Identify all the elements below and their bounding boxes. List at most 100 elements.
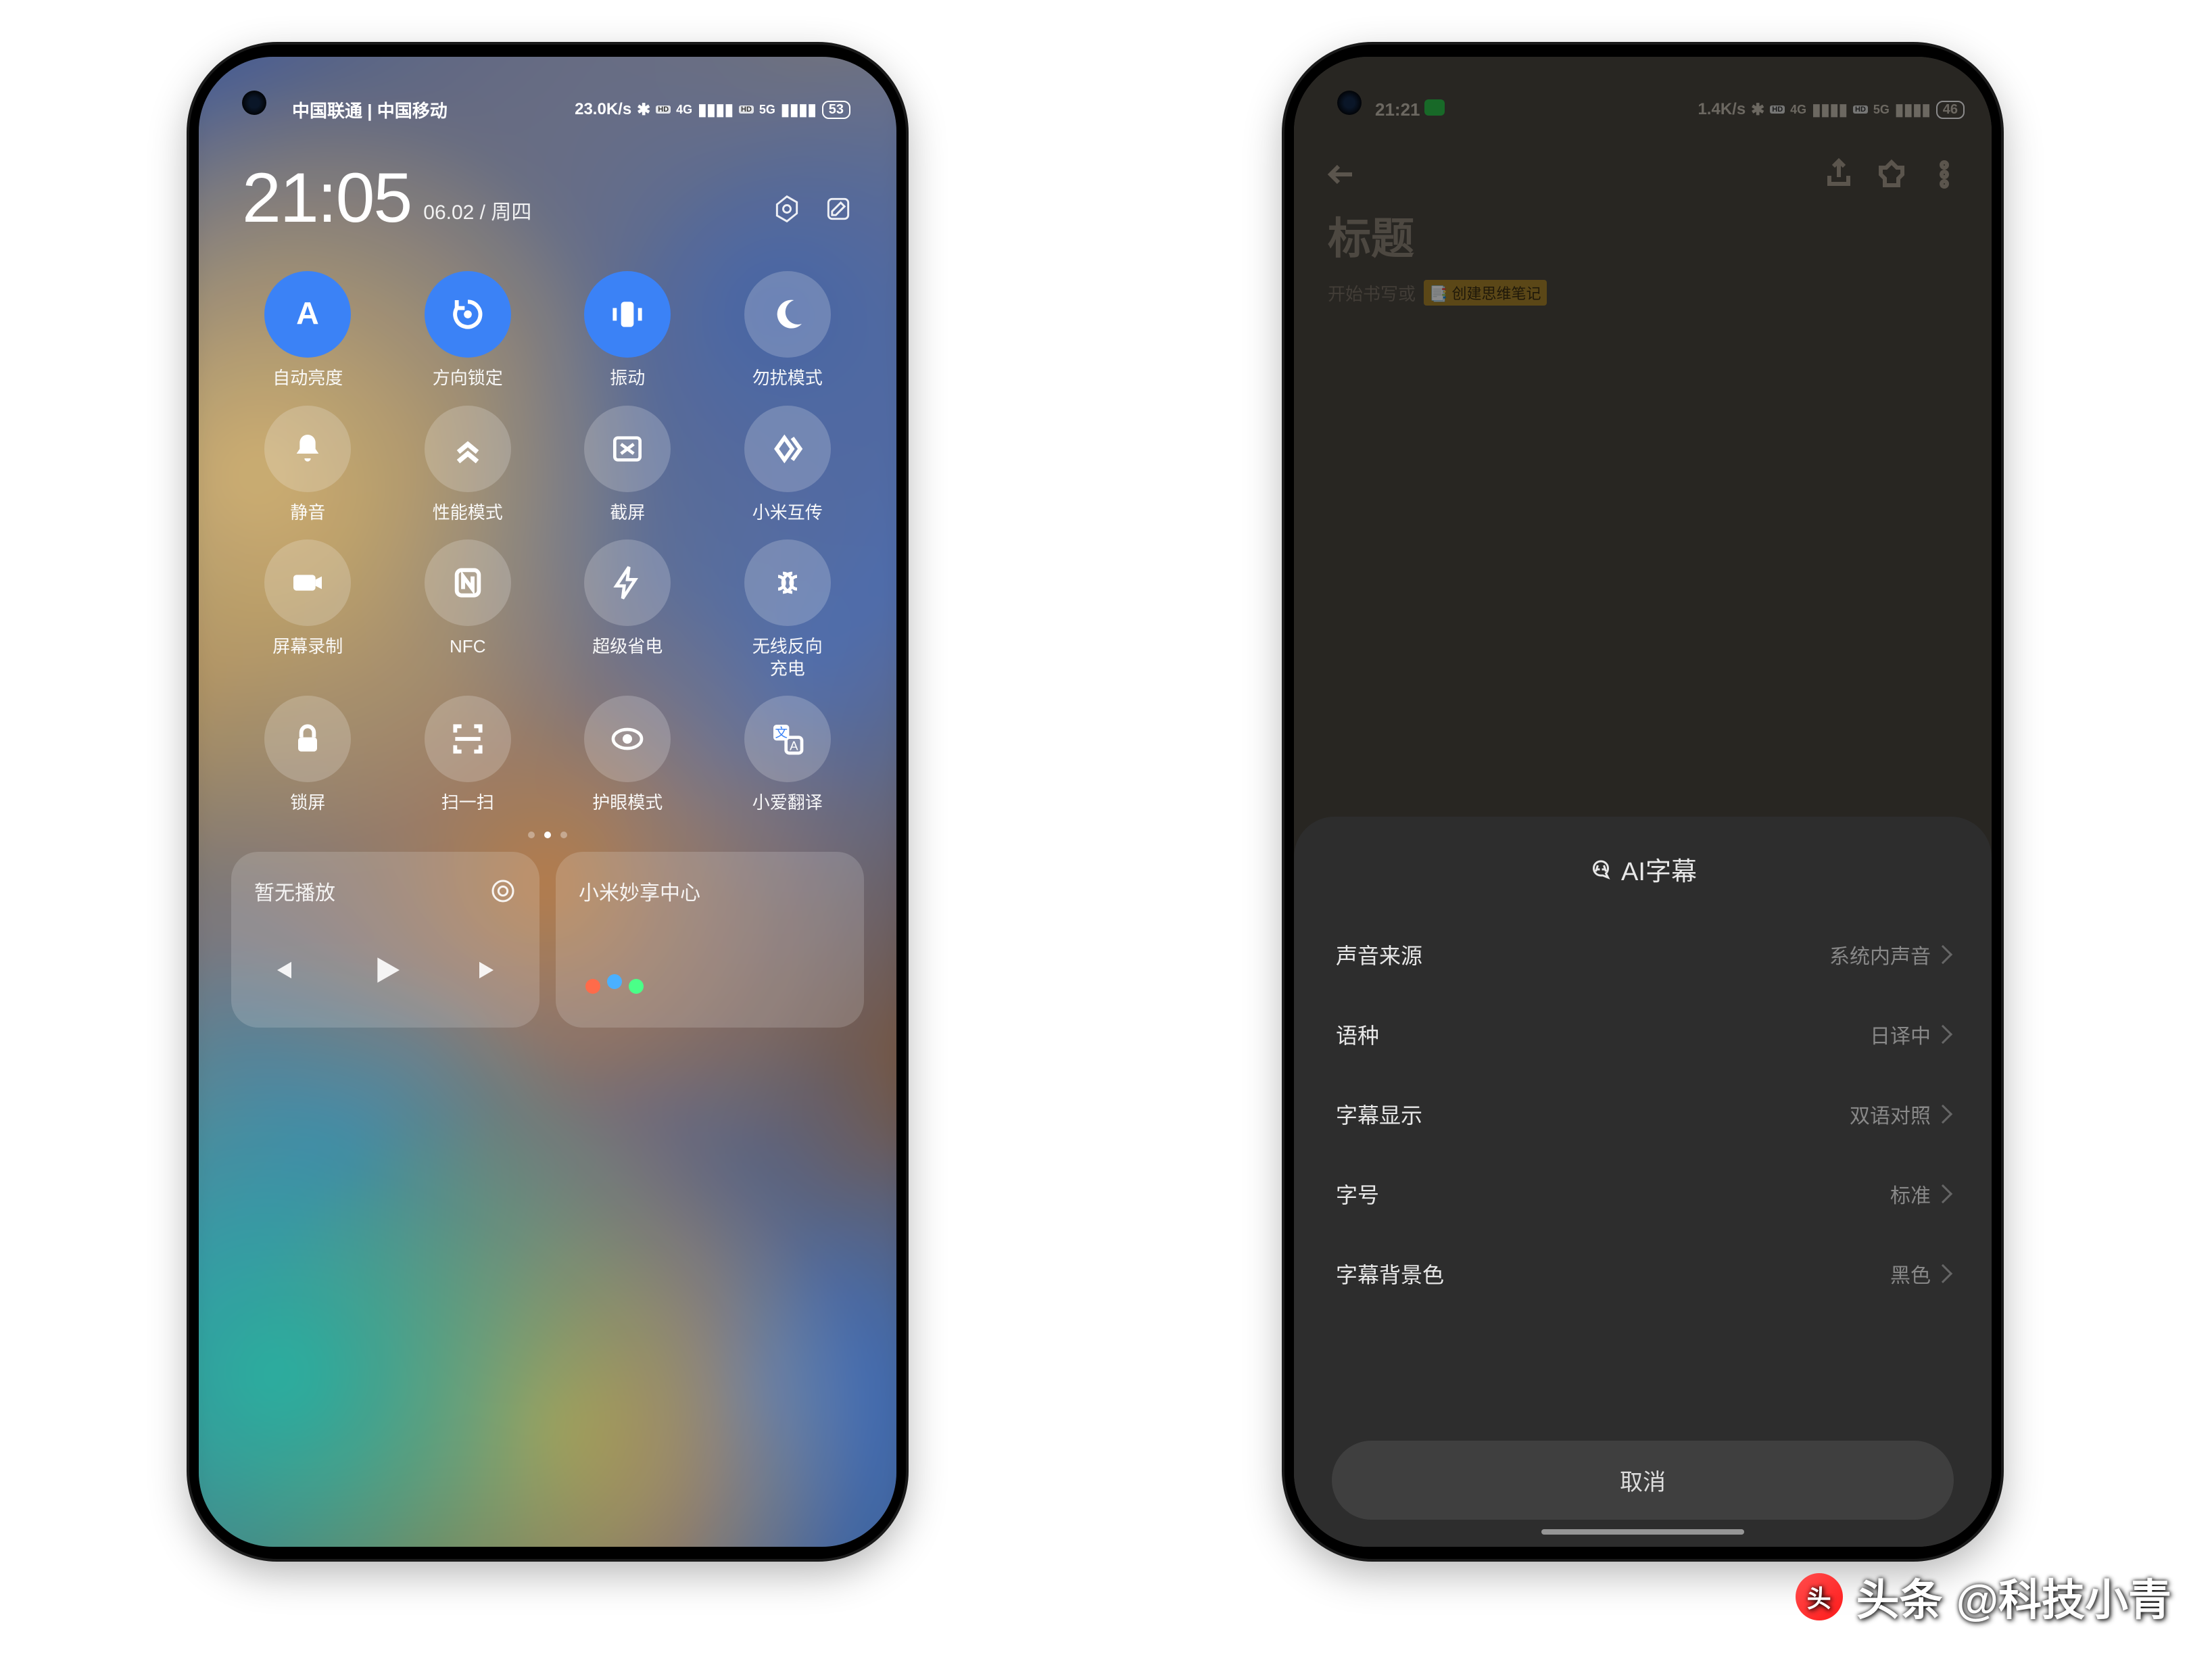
pager (231, 814, 864, 852)
xiaoai-translate-label: 小爱翻译 (752, 792, 823, 814)
lock-button[interactable] (264, 696, 351, 782)
chevron-right-icon (1933, 1025, 1952, 1044)
hd-badge-2: HD (739, 105, 754, 114)
clock-time: 21:05 (242, 158, 411, 239)
pager-dot-2[interactable] (560, 832, 567, 838)
row-bg-color[interactable]: 字幕背景色黑色 (1332, 1234, 1954, 1314)
reverse-charge-button[interactable] (744, 539, 831, 626)
screen-record-label: 屏幕录制 (272, 635, 343, 658)
tile-mi-share[interactable]: 小米互传 (711, 406, 865, 524)
vibrate-button[interactable] (584, 271, 671, 358)
front-camera-right (1337, 91, 1362, 115)
tile-scan[interactable]: 扫一扫 (391, 696, 545, 814)
xiaoai-translate-button[interactable]: 文A (744, 696, 831, 782)
screenshot-label: 截屏 (610, 502, 645, 524)
row-subtitle-mode[interactable]: 字幕显示 双语对照 (1332, 1074, 1954, 1154)
audio-source-value: 系统内声音 (1829, 940, 1950, 969)
tile-performance[interactable]: 性能模式 (391, 406, 545, 524)
tile-dnd[interactable]: 勿扰模式 (711, 271, 865, 389)
performance-button[interactable] (425, 406, 511, 492)
rotation-lock-label: 方向锁定 (433, 367, 503, 389)
bluetooth-icon: ✱ (637, 100, 650, 120)
home-indicator[interactable] (1541, 1529, 1744, 1535)
row-font-size[interactable]: 字号 标准 (1332, 1154, 1954, 1234)
auto-brightness-label: 自动亮度 (272, 367, 343, 389)
nfc-button[interactable] (425, 539, 511, 626)
tile-auto-brightness[interactable]: A 自动亮度 (231, 271, 385, 389)
mi-share-button[interactable] (744, 406, 831, 492)
signal-5g-icon: 5G (759, 103, 775, 117)
font-size-value: 标准 (1890, 1179, 1950, 1209)
row-language[interactable]: 语种 日译中 (1332, 994, 1954, 1074)
tile-reverse-charge[interactable]: 无线反向 充电 (711, 539, 865, 679)
scan-button[interactable] (425, 696, 511, 782)
carrier-label: 中国联通 | 中国移动 (292, 97, 448, 122)
signal-4g-icon: 4G (676, 103, 692, 117)
signal-bars-icon: ▮▮▮▮ (698, 100, 734, 120)
clock-row: 21:05 06.02 / 周四 (231, 131, 864, 271)
net-speed: 23.0K/s (575, 100, 631, 119)
mishare-title: 小米妙享中心 (579, 876, 700, 906)
pager-dot-1[interactable] (544, 832, 551, 838)
screen-record-button[interactable] (264, 539, 351, 626)
eye-care-button[interactable] (584, 696, 671, 782)
play-icon[interactable] (366, 951, 404, 989)
signal-bars-2-icon: ▮▮▮▮ (781, 100, 817, 120)
svg-text:文: 文 (775, 726, 788, 740)
tile-battery-saver[interactable]: 超级省电 (551, 539, 704, 679)
tile-nfc[interactable]: NFC (391, 539, 545, 679)
tile-screenshot[interactable]: 截屏 (551, 406, 704, 524)
vibrate-label: 振动 (610, 367, 645, 389)
nfc-label: NFC (450, 635, 485, 658)
clock-date: 06.02 / 周四 (423, 195, 531, 239)
pager-dot-0[interactable] (528, 832, 535, 838)
media-card[interactable]: 暂无播放 (231, 852, 539, 1028)
chevron-right-icon (1933, 1184, 1952, 1203)
ai-subtitle-icon (1589, 857, 1613, 882)
auto-brightness-button[interactable]: A (264, 271, 351, 358)
next-track-icon[interactable] (475, 956, 503, 984)
mishare-card[interactable]: 小米妙享中心 (556, 852, 864, 1028)
battery-saver-button[interactable] (584, 539, 671, 626)
dnd-button[interactable] (744, 271, 831, 358)
rotation-lock-button[interactable] (425, 271, 511, 358)
dnd-label: 勿扰模式 (752, 367, 823, 389)
subtitle-mode-label: 字幕显示 (1336, 1099, 1422, 1130)
chevron-right-icon (1933, 1264, 1952, 1283)
tile-vibrate[interactable]: 振动 (551, 271, 704, 389)
screen-left: 中国联通 | 中国移动 23.0K/s ✱ HD 4G ▮▮▮▮ HD 5G ▮… (199, 57, 896, 1547)
tile-lock[interactable]: 锁屏 (231, 696, 385, 814)
prev-track-icon[interactable] (268, 956, 296, 984)
cards-row: 暂无播放 小米妙享中心 (231, 852, 864, 1028)
media-title: 暂无播放 (254, 876, 335, 906)
scan-label: 扫一扫 (441, 792, 494, 814)
svg-text:A: A (790, 738, 798, 752)
lock-label: 锁屏 (290, 792, 325, 814)
subtitle-mode-value: 双语对照 (1850, 1099, 1950, 1129)
screenshot-button[interactable] (584, 406, 671, 492)
cancel-button[interactable]: 取消 (1332, 1441, 1954, 1520)
tile-eye-care[interactable]: 护眼模式 (551, 696, 704, 814)
bg-color-value: 黑色 (1890, 1259, 1950, 1289)
chevron-right-icon (1933, 945, 1952, 964)
eye-care-label: 护眼模式 (592, 792, 663, 814)
battery-saver-label: 超级省电 (592, 635, 663, 658)
screen-right: 21:21 1.4K/s ✱ HD 4G▮▮▮▮ HD 5G▮▮▮▮ 46 标题 (1294, 57, 1992, 1547)
tile-mute[interactable]: 静音 (231, 406, 385, 524)
font-size-label: 字号 (1336, 1178, 1379, 1209)
tile-rotation-lock[interactable]: 方向锁定 (391, 271, 545, 389)
front-camera-left (242, 91, 266, 115)
toutiao-logo-icon: 头 (1796, 1573, 1843, 1620)
tile-xiaoai-translate[interactable]: 文A 小爱翻译 (711, 696, 865, 814)
reverse-charge-label: 无线反向 充电 (752, 635, 823, 679)
mute-button[interactable] (264, 406, 351, 492)
settings-icon[interactable] (772, 194, 802, 224)
tile-screen-record[interactable]: 屏幕录制 (231, 539, 385, 679)
control-center: 中国联通 | 中国移动 23.0K/s ✱ HD 4G ▮▮▮▮ HD 5G ▮… (199, 57, 896, 1547)
language-value: 日译中 (1870, 1019, 1950, 1049)
edit-icon[interactable] (823, 194, 853, 224)
language-label: 语种 (1336, 1019, 1379, 1050)
mishare-dots-icon (579, 971, 841, 1007)
cast-icon[interactable] (489, 877, 516, 905)
row-audio-source[interactable]: 声音来源系统内声音 (1332, 915, 1954, 994)
